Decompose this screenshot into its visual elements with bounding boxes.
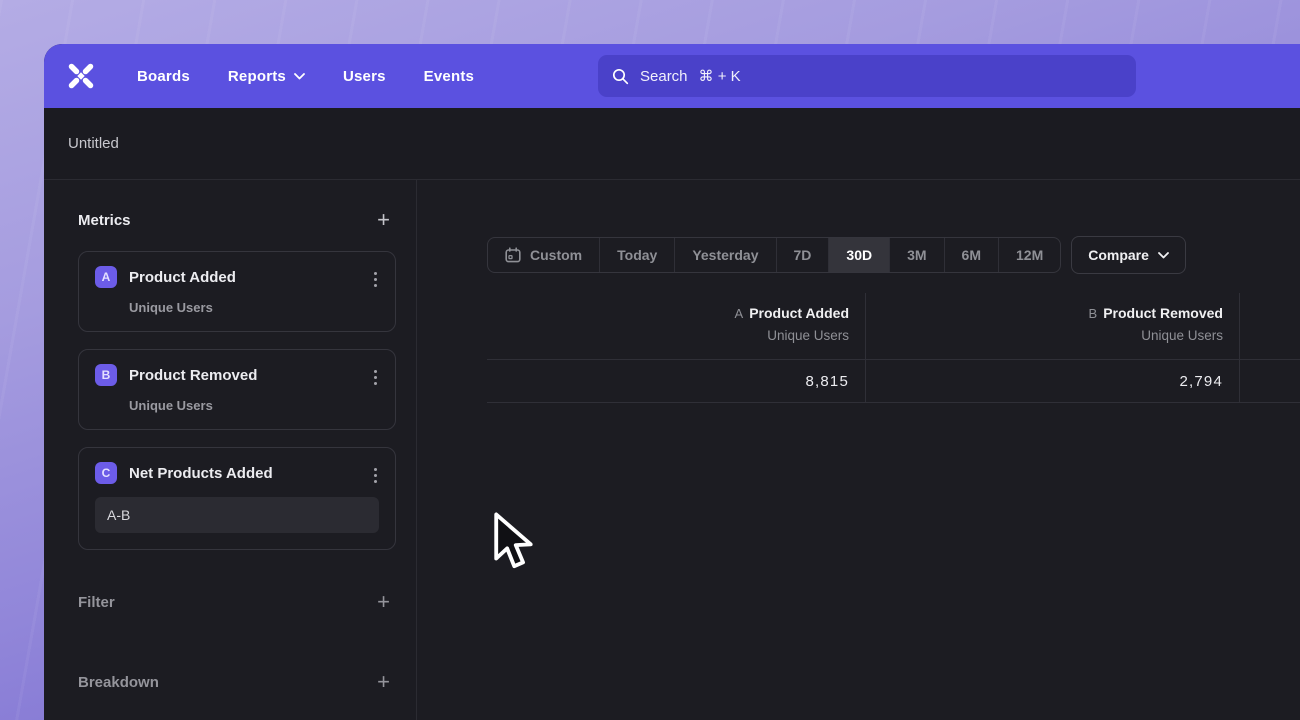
metric-measurement[interactable]: Unique Users: [129, 300, 379, 315]
date-range-12m[interactable]: 12M: [999, 238, 1060, 272]
metric-row: C Net Products Added: [95, 462, 379, 484]
compare-label: Compare: [1088, 247, 1149, 263]
date-controls: Custom Today Yesterday 7D 30D 3M 6M 12M …: [487, 236, 1300, 274]
table-column-b: B Product Removed Unique Users 2,794: [866, 293, 1240, 403]
compare-button[interactable]: Compare: [1071, 236, 1186, 274]
metric-card-a[interactable]: A Product Added Unique Users: [78, 251, 396, 332]
report-title-bar: Untitled: [44, 108, 1300, 180]
column-header-a[interactable]: A Product Added Unique Users: [487, 293, 865, 360]
results-panel: Custom Today Yesterday 7D 30D 3M 6M 12M …: [417, 180, 1300, 720]
formula-input[interactable]: A-B: [95, 497, 379, 533]
column-header-empty: [1240, 293, 1300, 360]
metric-name: Product Removed: [129, 367, 257, 384]
column-badge-b: B: [1089, 306, 1098, 321]
metric-card-c[interactable]: C Net Products Added A-B: [78, 447, 396, 550]
chevron-down-icon: [294, 73, 305, 80]
metric-name: Product Added: [129, 269, 236, 286]
nav-item-reports-label: Reports: [228, 68, 286, 85]
desktop-background: Boards Reports Users Events Search ⌘ + K: [0, 0, 1300, 720]
table-value-b: 2,794: [866, 360, 1239, 403]
date-range-custom[interactable]: Custom: [488, 238, 600, 272]
date-range-30d-selected[interactable]: 30D: [829, 238, 890, 272]
metric-menu-icon[interactable]: [372, 368, 379, 387]
mixpanel-logo-icon[interactable]: [66, 61, 96, 91]
metric-badge-c: C: [95, 462, 117, 484]
nav-item-users[interactable]: Users: [343, 68, 386, 85]
app-window: Boards Reports Users Events Search ⌘ + K: [44, 44, 1300, 720]
results-table: A Product Added Unique Users 8,815 B Produ…: [487, 293, 1300, 403]
date-range-segmented-control: Custom Today Yesterday 7D 30D 3M 6M 12M: [487, 237, 1061, 273]
top-nav: Boards Reports Users Events Search ⌘ + K: [44, 44, 1300, 108]
metric-menu-icon[interactable]: [372, 466, 379, 485]
column-name: Product Added: [749, 305, 849, 321]
table-column-empty: [1240, 293, 1300, 403]
add-filter-button[interactable]: +: [371, 589, 396, 615]
column-subtitle: Unique Users: [866, 328, 1223, 343]
search-input[interactable]: Search ⌘ + K: [598, 55, 1136, 97]
filter-section-header: Filter +: [78, 584, 396, 620]
column-subtitle: Unique Users: [487, 328, 849, 343]
metrics-label: Metrics: [78, 212, 131, 229]
chevron-down-icon: [1158, 252, 1169, 259]
date-range-6m[interactable]: 6M: [945, 238, 999, 272]
date-range-today[interactable]: Today: [600, 238, 675, 272]
metrics-section-header: Metrics +: [78, 202, 396, 238]
add-metric-button[interactable]: +: [371, 207, 396, 233]
column-title: B Product Removed: [866, 305, 1223, 321]
column-name: Product Removed: [1103, 305, 1223, 321]
add-breakdown-button[interactable]: +: [371, 669, 396, 695]
search-icon: [612, 68, 629, 85]
date-range-3m[interactable]: 3M: [890, 238, 944, 272]
column-title: A Product Added: [487, 305, 849, 321]
metric-badge-b: B: [95, 364, 117, 386]
report-title[interactable]: Untitled: [68, 135, 119, 152]
metric-row: A Product Added: [95, 266, 379, 288]
date-range-custom-label: Custom: [530, 247, 582, 263]
nav-item-boards[interactable]: Boards: [137, 68, 190, 85]
query-sidebar: Metrics + A Product Added Unique Users B…: [44, 180, 417, 720]
content-area: Metrics + A Product Added Unique Users B…: [44, 180, 1300, 720]
metric-measurement[interactable]: Unique Users: [129, 398, 379, 413]
column-badge-a: A: [735, 306, 744, 321]
breakdown-section-header: Breakdown +: [78, 664, 396, 700]
metric-menu-icon[interactable]: [372, 270, 379, 289]
date-range-7d[interactable]: 7D: [777, 238, 830, 272]
nav-item-events[interactable]: Events: [424, 68, 474, 85]
nav-links: Boards Reports Users Events: [137, 68, 474, 85]
metric-card-b[interactable]: B Product Removed Unique Users: [78, 349, 396, 430]
filter-label: Filter: [78, 594, 115, 611]
search-placeholder: Search: [640, 68, 688, 85]
nav-item-reports[interactable]: Reports: [228, 68, 305, 85]
table-value-a: 8,815: [487, 360, 865, 403]
breakdown-label: Breakdown: [78, 674, 159, 691]
table-value-empty: [1240, 360, 1300, 403]
date-range-yesterday[interactable]: Yesterday: [675, 238, 776, 272]
table-column-a: A Product Added Unique Users 8,815: [487, 293, 866, 403]
column-header-b[interactable]: B Product Removed Unique Users: [866, 293, 1239, 360]
calendar-icon: [505, 247, 521, 263]
metric-row: B Product Removed: [95, 364, 379, 386]
metric-badge-a: A: [95, 266, 117, 288]
search-shortcut-hint: ⌘ + K: [699, 67, 741, 85]
metric-name: Net Products Added: [129, 465, 273, 482]
